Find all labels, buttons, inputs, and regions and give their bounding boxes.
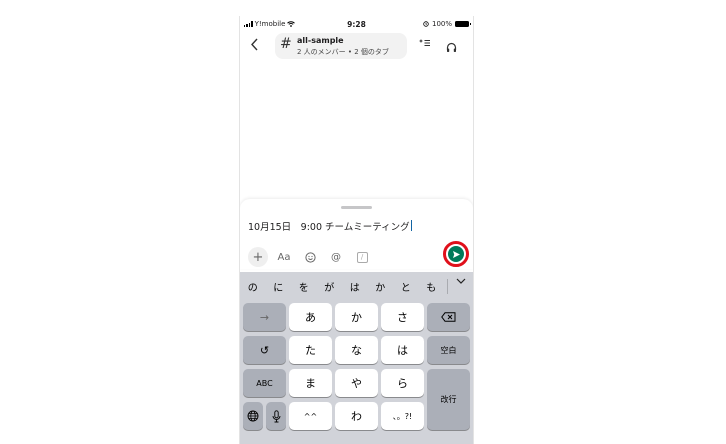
format-button[interactable]: Aa <box>274 247 294 267</box>
channel-hash-icon: # <box>280 36 292 52</box>
space-key[interactable]: 空白 <box>427 336 470 364</box>
channel-info-button[interactable]: # all-sample 2 人のメンバー • 2 個のタブ <box>275 33 407 59</box>
send-button-highlight[interactable] <box>443 241 469 267</box>
drag-handle[interactable] <box>341 206 372 209</box>
status-right: 100% <box>423 20 471 28</box>
candidate-item[interactable]: の <box>240 279 266 294</box>
key-ka[interactable]: か <box>335 303 378 331</box>
key-ra[interactable]: ら <box>381 369 424 397</box>
send-icon[interactable] <box>448 246 464 262</box>
delete-icon[interactable] <box>427 303 470 331</box>
candidate-item[interactable]: を <box>291 279 317 294</box>
channel-subtitle: 2 人のメンバー • 2 個のタブ <box>297 48 389 56</box>
japanese-keyboard: の に を が は か と も → あ か さ ↺ た な は 空白 ABC ま <box>240 272 473 444</box>
enter-key[interactable]: 改行 <box>427 369 470 430</box>
message-composer: 10月15日 9:00 チームミーティング + Aa @ / <box>240 199 473 269</box>
text-caret <box>410 220 412 231</box>
mention-button[interactable]: @ <box>326 247 346 267</box>
key-ya[interactable]: や <box>335 369 378 397</box>
smiley-icon[interactable] <box>300 247 320 267</box>
candidate-item[interactable]: に <box>266 279 292 294</box>
slash-command-icon[interactable]: / <box>352 247 372 267</box>
alarm-icon <box>423 21 429 27</box>
arrow-key[interactable]: → <box>243 303 286 331</box>
candidate-item[interactable]: が <box>317 279 343 294</box>
key-a[interactable]: あ <box>289 303 332 331</box>
composer-toolbar: + Aa @ / <box>248 247 378 267</box>
back-chevron-icon[interactable] <box>250 36 259 55</box>
headphones-icon[interactable] <box>446 38 457 57</box>
message-input[interactable]: 10月15日 9:00 チームミーティング <box>248 219 412 233</box>
status-bar: Y!mobile 9:28 100% <box>240 16 473 32</box>
key-ha[interactable]: は <box>381 336 424 364</box>
key-ma[interactable]: ま <box>289 369 332 397</box>
key-na[interactable]: な <box>335 336 378 364</box>
key-ta[interactable]: た <box>289 336 332 364</box>
candidate-bar: の に を が は か と も <box>240 272 473 300</box>
mic-icon[interactable] <box>266 402 286 430</box>
dakuten-key[interactable]: ^^ <box>289 402 332 430</box>
candidate-item[interactable]: か <box>368 279 394 294</box>
phone-screen: Y!mobile 9:28 100% # all-sample 2 人のメンバー… <box>239 16 474 444</box>
candidate-item[interactable]: と <box>393 279 419 294</box>
candidate-item[interactable]: も <box>419 279 445 294</box>
candidate-divider <box>447 279 448 294</box>
candidate-item[interactable]: は <box>342 279 368 294</box>
channel-header: # all-sample 2 人のメンバー • 2 個のタブ <box>240 32 473 62</box>
undo-key[interactable]: ↺ <box>243 336 286 364</box>
abc-key[interactable]: ABC <box>243 369 286 397</box>
channel-name: all-sample <box>297 36 344 45</box>
globe-icon[interactable] <box>243 402 263 430</box>
plus-icon[interactable]: + <box>248 247 268 267</box>
battery-percent: 100% <box>431 20 452 28</box>
key-sa[interactable]: さ <box>381 303 424 331</box>
chevron-down-icon[interactable] <box>451 276 471 287</box>
sparkle-list-icon[interactable] <box>419 38 431 51</box>
key-wa[interactable]: わ <box>335 402 378 430</box>
battery-icon <box>455 21 471 27</box>
punctuation-key[interactable]: 、。?! <box>381 402 424 430</box>
message-text: 10月15日 9:00 チームミーティング <box>248 222 410 233</box>
